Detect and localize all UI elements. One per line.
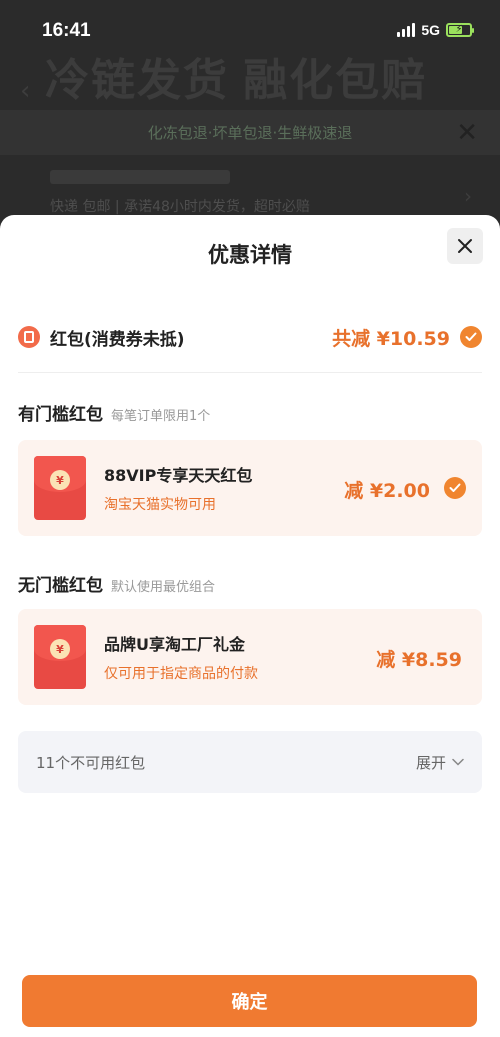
confirm-button[interactable]: 确定	[22, 975, 477, 1027]
check-icon	[460, 326, 482, 348]
red-packet-card-88vip[interactable]: ¥ 88VIP专享天天红包 淘宝天猫实物可用 减 ¥2.00	[18, 440, 482, 536]
unavailable-label: 11个不可用红包	[36, 753, 146, 772]
notice-close-icon: ✕	[456, 118, 478, 148]
card-desc: 淘宝天猫实物可用	[104, 497, 216, 513]
summary-amount: 共减 ¥10.59	[332, 327, 450, 350]
divider	[18, 372, 482, 373]
status-bar: 16:41 5G ⚡	[0, 0, 500, 56]
coin-icon: ¥	[50, 470, 70, 490]
signal-icon	[397, 23, 416, 37]
red-packet-card-brand[interactable]: ¥ 品牌U享淘工厂礼金 仅可用于指定商品的付款 减 ¥8.59	[18, 609, 482, 705]
background-shipping: 快递 包邮 | 承诺48小时内发货，超时必赔	[50, 199, 310, 215]
section-subtitle: 默认使用最优组合	[111, 580, 216, 595]
summary-right: 共减 ¥10.59	[332, 324, 482, 351]
card-name: 品牌U享淘工厂礼金	[104, 635, 245, 654]
section-title: 有门槛红包	[18, 405, 103, 425]
discount-detail-sheet: 优惠详情 红包(消费券未抵) 共减 ¥10.59 有门槛红包 每笔订单限用1个 …	[0, 215, 500, 1037]
battery-icon: ⚡	[446, 23, 474, 37]
no-threshold-section-header: 无门槛红包 默认使用最优组合	[18, 571, 215, 596]
background-notice-text: 化冻包退·坏单包退·生鲜极速退	[147, 124, 353, 142]
red-packet-summary[interactable]: 红包(消费券未抵) 共减 ¥10.59	[18, 322, 482, 352]
summary-label: 红包(消费券未抵)	[50, 329, 185, 350]
card-name: 88VIP专享天天红包	[104, 466, 253, 485]
chevron-right-icon: ›	[464, 184, 472, 208]
network-label: 5G	[421, 22, 440, 38]
check-icon[interactable]	[444, 477, 466, 499]
background-blurred-text	[50, 170, 230, 184]
close-button[interactable]	[447, 228, 483, 264]
red-packet-icon	[18, 326, 40, 348]
chevron-down-icon	[452, 758, 464, 766]
status-time: 16:41	[42, 20, 91, 41]
expand-label: 展开	[415, 753, 446, 772]
card-amount: 减 ¥2.00	[344, 480, 430, 502]
coin-icon: ¥	[50, 639, 70, 659]
background-notice: 化冻包退·坏单包退·生鲜极速退 ✕	[0, 110, 500, 155]
section-title: 无门槛红包	[18, 576, 103, 596]
section-subtitle: 每笔订单限用1个	[111, 409, 211, 424]
unavailable-red-packets[interactable]: 11个不可用红包 展开	[18, 731, 482, 793]
envelope-icon: ¥	[34, 625, 86, 689]
card-amount: 减 ¥8.59	[376, 649, 462, 671]
threshold-section-header: 有门槛红包 每笔订单限用1个	[18, 400, 210, 425]
back-icon: ‹	[20, 76, 31, 106]
envelope-icon: ¥	[34, 456, 86, 520]
sheet-title: 优惠详情	[208, 243, 292, 267]
expand-toggle[interactable]: 展开	[416, 752, 464, 773]
status-indicators: 5G ⚡	[397, 22, 474, 38]
close-icon	[458, 239, 472, 253]
card-desc: 仅可用于指定商品的付款	[104, 666, 258, 682]
